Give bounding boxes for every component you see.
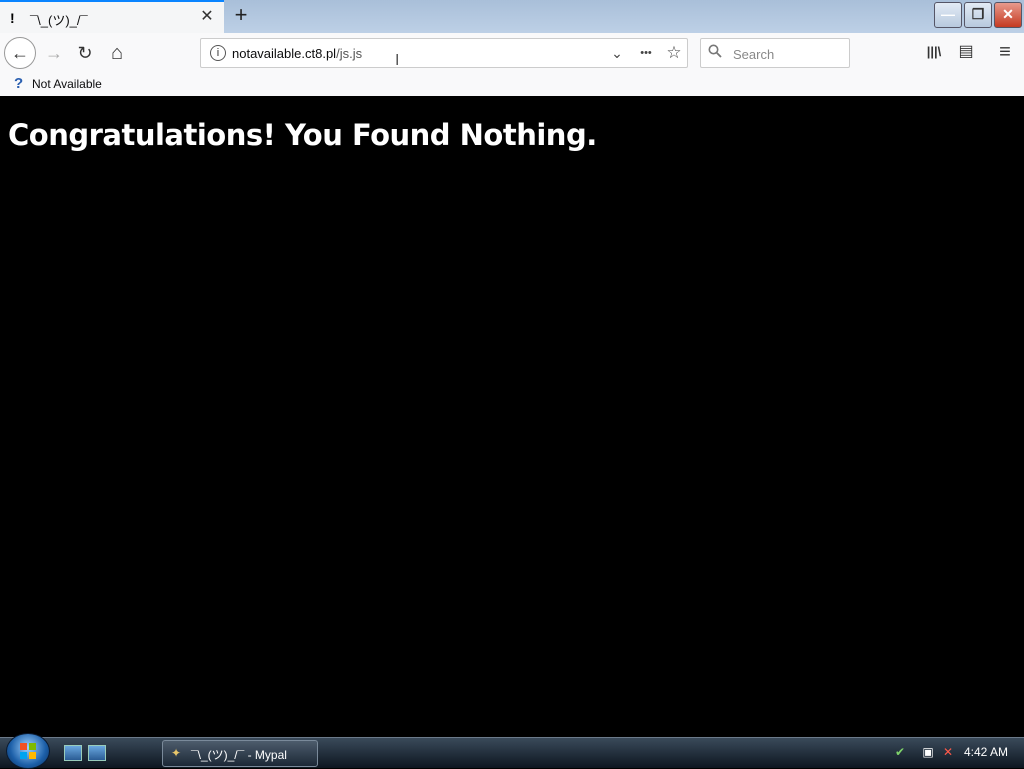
bookmarks-toolbar: ? Not Available — [0, 73, 1024, 97]
switch-windows-icon[interactable] — [88, 745, 106, 761]
tab-title: ¯\_(ツ)_/¯ — [30, 13, 88, 28]
text-cursor-icon: I — [395, 52, 400, 69]
new-tab-button[interactable]: + — [230, 4, 252, 27]
taskbar — [0, 737, 1024, 768]
url-host: notavailable.ct8.pl — [232, 46, 337, 61]
page-content: Congratulations! You Found Nothing. — [0, 96, 1024, 737]
sidebar-icon[interactable]: ▤ — [954, 40, 978, 64]
site-info-icon[interactable]: i — [210, 45, 226, 61]
bookmark-star-icon[interactable]: ☆ — [664, 43, 684, 63]
windows-logo-icon — [20, 743, 36, 763]
taskbar-item-label: ¯\_(ツ)_/¯ - Mypal — [191, 748, 287, 762]
safely-remove-icon[interactable]: ✔ — [892, 744, 908, 760]
page-actions-icon[interactable]: ••• — [636, 43, 656, 63]
page-heading: Congratulations! You Found Nothing. — [8, 118, 597, 152]
question-mark-icon: ? — [14, 75, 24, 92]
show-desktop-icon[interactable] — [64, 745, 82, 761]
tab-favicon-icon: ! — [10, 10, 15, 26]
window-minimize-button[interactable]: — — [934, 2, 962, 28]
network-icon[interactable]: ▣ — [920, 744, 936, 760]
window-close-button[interactable]: ✕ — [994, 2, 1022, 28]
menu-icon[interactable]: ≡ — [993, 40, 1017, 64]
search-bar[interactable] — [700, 38, 850, 68]
volume-muted-icon[interactable]: ✕ — [940, 744, 956, 760]
url-dropdown-icon[interactable]: ⌄ — [607, 43, 627, 63]
url-path: /js.js — [336, 46, 363, 61]
taskbar-item-mypal[interactable]: ✦ ¯\_(ツ)_/¯ - Mypal — [162, 740, 318, 767]
forward-button[interactable]: → — [40, 39, 68, 67]
reload-button[interactable]: ↻ — [71, 39, 99, 67]
back-button[interactable]: ← — [4, 37, 36, 69]
search-input[interactable] — [731, 41, 847, 67]
window-restore-button[interactable]: ❐ — [964, 2, 992, 28]
url-text[interactable]: notavailable.ct8.pl/js.js — [232, 46, 362, 61]
home-button[interactable]: ⌂ — [103, 39, 131, 67]
bookmark-item-not-available[interactable]: Not Available — [32, 77, 102, 91]
start-button[interactable] — [6, 733, 50, 769]
url-bar[interactable]: i notavailable.ct8.pl/js.js ⌄ ••• ☆ — [200, 38, 688, 68]
tab-active[interactable]: ! ¯\_(ツ)_/¯ ✕ — [0, 0, 224, 33]
search-icon — [708, 44, 722, 62]
library-icon[interactable]: |||\ — [922, 40, 946, 64]
system-clock[interactable]: 4:42 AM — [964, 745, 1008, 759]
mypal-app-icon: ✦ — [171, 746, 182, 760]
tab-close-icon[interactable]: ✕ — [198, 8, 216, 26]
